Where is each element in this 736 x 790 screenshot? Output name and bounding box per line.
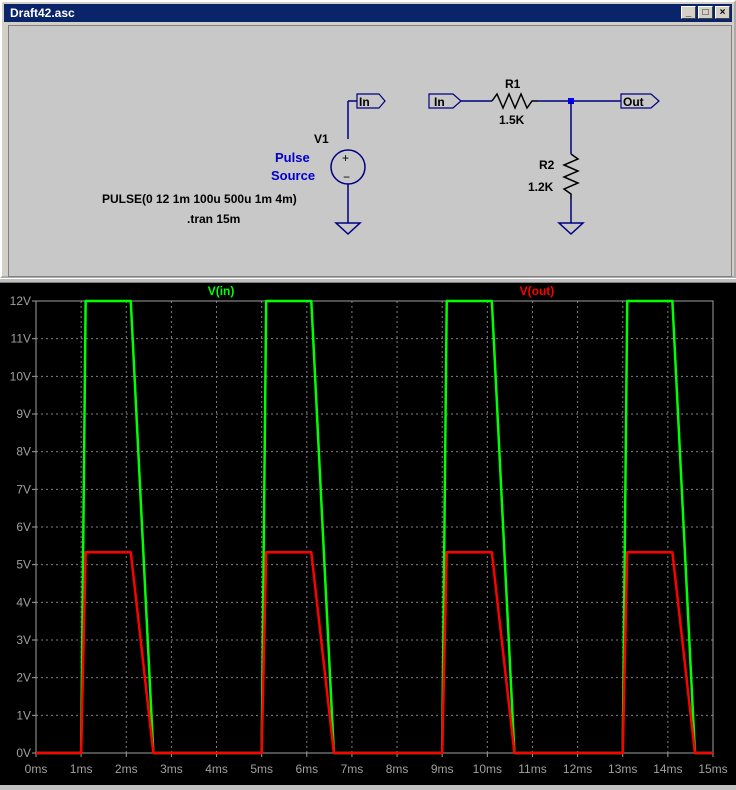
window-title: Draft42.asc [10,6,75,20]
legend-vout[interactable]: V(out) [520,284,555,298]
x-tick-label: 6ms [295,762,318,776]
svg-text:−: − [343,170,350,184]
y-tick-label: 2V [16,671,31,685]
v1-value: PULSE(0 12 1m 100u 500u 1m 4m) [102,192,297,206]
ground-icon [334,222,362,236]
x-tick-label: 7ms [341,762,364,776]
v1-desc-line2: Source [271,168,315,183]
y-tick-label: 11V [11,332,31,346]
x-tick-label: 0ms [25,762,48,776]
r2-resistor[interactable] [562,153,580,199]
waveform-chart[interactable]: 0ms 1ms 2ms 3ms 4ms 5ms 6ms 7ms 8ms 9ms 10ms 11ms 12… [0,283,736,785]
x-tick-label: 12ms [563,762,592,776]
minimize-button[interactable]: _ [681,6,696,19]
r1-value: 1.5K [499,113,525,127]
r1-name: R1 [505,77,521,91]
y-tick-label: 3V [16,633,31,647]
r2-name: R2 [539,158,555,172]
x-tick-label: 9ms [431,762,454,776]
title-bar[interactable]: Draft42.asc _ □ × [4,4,732,22]
trace-vout[interactable] [36,550,713,755]
x-tick-label: 11ms [518,762,546,776]
y-tick-label: 7V [16,482,31,496]
x-tick-label: 8ms [386,762,409,776]
r1-resistor[interactable] [491,92,538,110]
waveform-viewer[interactable]: 0ms 1ms 2ms 3ms 4ms 5ms 6ms 7ms 8ms 9ms 10ms 11ms 12… [0,283,736,785]
x-tick-label: 14ms [653,762,682,776]
net-label-out[interactable]: Out [620,93,660,109]
x-tick-label: 13ms [608,762,637,776]
schematic-window: Draft42.asc _ □ × + − In V1 Pulse Source… [0,0,736,278]
r2-value: 1.2K [528,180,554,194]
net-label-in[interactable]: In [428,93,492,109]
schematic-canvas[interactable]: + − In V1 Pulse Source PULSE(0 12 1m 100… [8,25,732,277]
y-tick-label: 1V [16,708,31,722]
x-tick-label: 2ms [115,762,138,776]
y-tick-label: 0V [16,746,31,760]
x-tick-label: 3ms [160,762,183,776]
v1-desc-line1: Pulse [275,150,310,165]
x-tick-label: 10ms [473,762,502,776]
x-tick-label: 15ms [698,762,727,776]
svg-text:+: + [342,151,349,165]
y-tick-label: 9V [16,407,31,421]
x-tick-label: 5ms [250,762,273,776]
legend-vin[interactable]: V(in) [208,284,235,298]
ground-icon [557,222,585,236]
y-tick-label: 5V [16,558,31,572]
y-tick-label: 10V [10,369,31,383]
v1-source[interactable]: + − [330,101,366,236]
y-tick-label: 6V [16,520,31,534]
net-label-text: Out [623,95,644,109]
net-label-in-source[interactable]: In [348,93,386,109]
y-tick-label: 12V [10,294,31,308]
x-tick-label: 1ms [70,762,93,776]
close-button[interactable]: × [715,6,730,19]
y-tick-label: 4V [16,595,31,609]
v1-name: V1 [314,132,329,146]
x-tick-label: 4ms [205,762,228,776]
net-label-text: In [359,95,370,109]
y-tick-label: 8V [16,445,31,459]
maximize-button[interactable]: □ [698,6,713,19]
net-label-text: In [434,95,445,109]
spice-directive: .tran 15m [187,212,240,226]
